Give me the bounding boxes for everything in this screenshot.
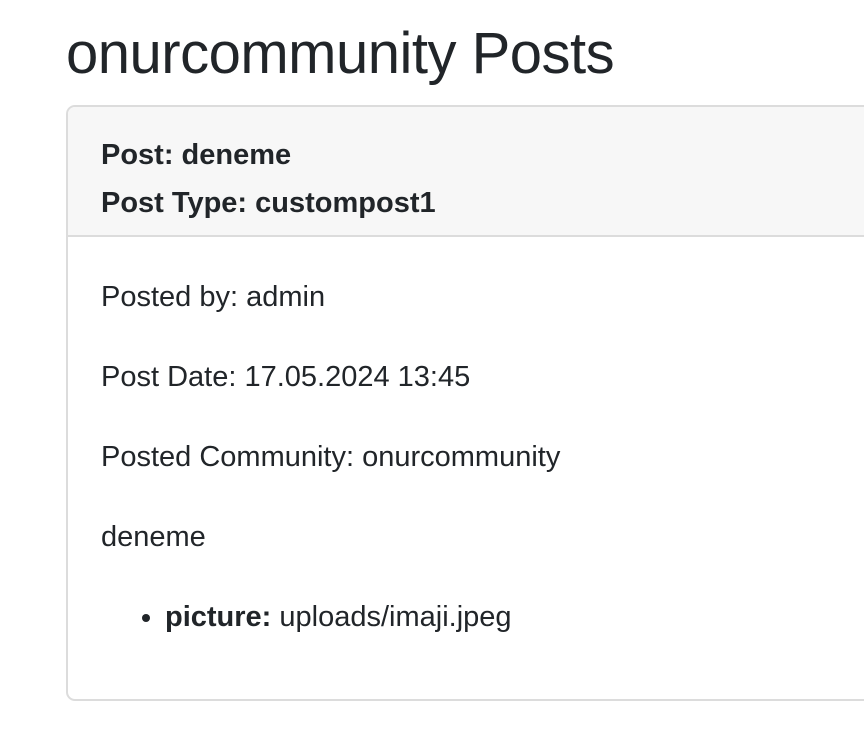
page-title: onurcommunity Posts xyxy=(66,21,615,86)
post-content: deneme xyxy=(101,521,206,553)
field-value: uploads/imaji.jpeg xyxy=(279,601,512,633)
field-key: picture: xyxy=(165,601,272,633)
list-item: picture: uploads/imaji.jpeg xyxy=(165,595,864,640)
post-type: Post Type: custompost1 xyxy=(101,187,436,219)
post-card: Post: deneme Post Type: custompost1 Post… xyxy=(66,105,864,701)
page: onurcommunity Posts Post: deneme Post Ty… xyxy=(0,0,864,754)
post-title: Post: deneme xyxy=(101,139,292,171)
post-card-body: Posted by: admin Post Date: 17.05.2024 1… xyxy=(68,237,864,640)
post-date: Post Date: 17.05.2024 13:45 xyxy=(101,361,471,393)
post-fields-list: picture: uploads/imaji.jpeg xyxy=(101,595,864,640)
post-card-header: Post: deneme Post Type: custompost1 xyxy=(68,107,864,237)
posted-by: Posted by: admin xyxy=(101,281,326,313)
posted-community: Posted Community: onurcommunity xyxy=(101,441,561,473)
